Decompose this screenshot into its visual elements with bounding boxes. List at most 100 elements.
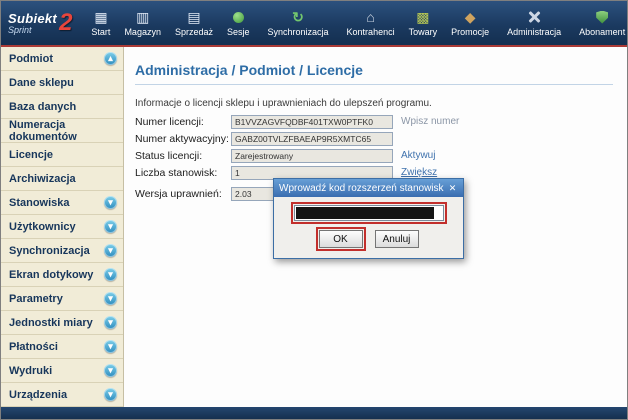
sidebar-item-label: Stanowiska (9, 197, 70, 209)
toolbar-label: Sesje (227, 27, 250, 37)
chevron-down-icon[interactable]: ▾ (104, 220, 117, 233)
sidebar-section-wydruki[interactable]: Wydruki ▾ (1, 359, 123, 383)
extension-code-input[interactable] (294, 205, 444, 221)
toolbar-button-administracja[interactable]: Administracja (500, 1, 568, 45)
sidebar-section-uzytkownicy[interactable]: Użytkownicy ▾ (1, 215, 123, 239)
chevron-down-icon[interactable]: ▾ (104, 292, 117, 305)
status-bar (1, 407, 627, 419)
close-icon[interactable]: ✕ (445, 182, 460, 195)
sidebar-item-archiwizacja[interactable]: Archiwizacja (1, 167, 123, 191)
logo-number: 2 (59, 9, 72, 37)
chevron-up-icon[interactable]: ▴ (104, 52, 117, 65)
enter-number-link[interactable]: Wpisz numer (401, 116, 459, 127)
dialog-body: OK Anuluj (274, 197, 463, 258)
dialog-titlebar[interactable]: Wprowadź kod rozszerzeń stanowisk ✕ (274, 179, 463, 197)
toolbar-label: Abonament (579, 27, 625, 37)
page-title: Administracja / Podmiot / Licencje (135, 62, 363, 78)
sidebar-item-dane-sklepu[interactable]: Dane sklepu (1, 71, 123, 95)
sidebar-item-label: Podmiot (9, 53, 53, 65)
toolbar-button-towary[interactable]: ▩ Towary (402, 1, 445, 45)
warehouse-icon: ▥ (136, 9, 149, 26)
sidebar-section-ekran-dotykowy[interactable]: Ekran dotykowy ▾ (1, 263, 123, 287)
sidebar-section-podmiot[interactable]: Podmiot ▴ (1, 47, 123, 71)
sidebar-item-label: Dane sklepu (9, 77, 74, 89)
sidebar-item-label: Ekran dotykowy (9, 269, 93, 281)
promotions-icon: ◆ (465, 9, 476, 26)
sidebar-item-label: Jednostki miary (9, 317, 93, 329)
redacted-value (296, 207, 434, 219)
sidebar-section-platnosci[interactable]: Płatności ▾ (1, 335, 123, 359)
toolbar-button-sprzedaz[interactable]: ▤ Sprzedaż (168, 1, 220, 45)
increase-link[interactable]: Zwiększ (401, 167, 437, 178)
toolbar-button-start[interactable]: ▦ Start (84, 1, 117, 45)
dialog-title: Wprowadź kod rozszerzeń stanowisk (279, 183, 445, 194)
sidebar-item-baza-danych[interactable]: Baza danych (1, 95, 123, 119)
sidebar-item-label: Użytkownicy (9, 221, 76, 233)
toolbar-button-kontrahenci[interactable]: ⌂ Kontrahenci (340, 1, 402, 45)
license-number-field[interactable]: B1VVZAGVFQDBF401TXW0PTFK0 (231, 115, 393, 129)
toolbar-button-synchronizacja[interactable]: ↻ Synchronizacja (261, 1, 336, 45)
toolbar-label: Promocje (451, 27, 489, 37)
chevron-down-icon[interactable]: ▾ (104, 340, 117, 353)
license-status-field[interactable]: Zarejestrowany (231, 149, 393, 163)
sidebar-item-label: Numeracja dokumentów (9, 119, 117, 143)
page-description: Informacje o licencji sklepu i uprawnien… (135, 98, 432, 109)
sidebar-section-urzadzenia[interactable]: Urządzenia ▾ (1, 383, 123, 407)
field-label: Liczba stanowisk: (135, 167, 231, 179)
activation-number-field[interactable]: GABZ00TVLZFBAEAP9R5XMTC65 (231, 132, 393, 146)
chevron-down-icon[interactable]: ▾ (104, 196, 117, 209)
sidebar-item-label: Archiwizacja (9, 173, 76, 185)
extension-code-dialog: Wprowadź kod rozszerzeń stanowisk ✕ OK A… (273, 178, 464, 259)
toolbar-label: Sprzedaż (175, 27, 213, 37)
toolbar-label: Magazyn (124, 27, 161, 37)
chevron-down-icon[interactable]: ▾ (104, 388, 117, 401)
sidebar-section-synchronizacja[interactable]: Synchronizacja ▾ (1, 239, 123, 263)
field-label: Numer licencji: (135, 116, 231, 128)
field-label: Status licencji: (135, 150, 231, 162)
toolbar-button-magazyn[interactable]: ▥ Magazyn (117, 1, 168, 45)
app-logo-text: Subiekt Sprint (8, 12, 57, 35)
toolbar-button-abonament[interactable]: Abonament (572, 1, 628, 45)
chevron-down-icon[interactable]: ▾ (104, 364, 117, 377)
chevron-down-icon[interactable]: ▾ (104, 316, 117, 329)
sidebar-item-numeracja-dokumentow[interactable]: Numeracja dokumentów (1, 119, 123, 143)
toolbar-label: Kontrahenci (347, 27, 395, 37)
cancel-button[interactable]: Anuluj (375, 230, 419, 248)
chevron-down-icon[interactable]: ▾ (104, 268, 117, 281)
toolbar-label: Synchronizacja (268, 27, 329, 37)
sessions-icon (233, 9, 244, 26)
toolbar-button-promocje[interactable]: ◆ Promocje (444, 1, 496, 45)
toolbar-button-sesje[interactable]: Sesje (220, 1, 257, 45)
chevron-down-icon[interactable]: ▾ (104, 244, 117, 257)
sidebar-item-label: Baza danych (9, 101, 76, 113)
sidebar-item-licencje[interactable]: Licencje (1, 143, 123, 167)
sidebar-section-jednostki-miary[interactable]: Jednostki miary ▾ (1, 311, 123, 335)
dialog-buttons: OK Anuluj (284, 230, 453, 250)
start-icon: ▦ (94, 9, 107, 26)
form-row-activation-number: Numer aktywacyjny: GABZ00TVLZFBAEAP9R5XM… (135, 130, 459, 147)
subscription-shield-icon (596, 9, 608, 26)
goods-icon: ▩ (416, 9, 429, 26)
sidebar: Podmiot ▴ Dane sklepu Baza danych Numera… (1, 47, 124, 407)
form-row-license-status: Status licencji: Zarejestrowany Aktywuj (135, 147, 459, 164)
sales-icon: ▤ (187, 9, 200, 26)
activate-link[interactable]: Aktywuj (401, 150, 435, 161)
sidebar-item-label: Parametry (9, 293, 63, 305)
sidebar-item-label: Synchronizacja (9, 245, 90, 257)
toolbar-label: Towary (409, 27, 438, 37)
field-label: Numer aktywacyjny: (135, 133, 231, 145)
form-row-license-number: Numer licencji: B1VVZAGVFQDBF401TXW0PTFK… (135, 113, 459, 130)
sidebar-item-label: Płatności (9, 341, 58, 353)
sidebar-item-label: Wydruki (9, 365, 52, 377)
sidebar-item-label: Licencje (9, 149, 53, 161)
app-window: Subiekt Sprint 2 ▦ Start ▥ Magazyn ▤ Spr… (0, 0, 628, 420)
toolbar-label: Administracja (507, 27, 561, 37)
top-toolbar: Subiekt Sprint 2 ▦ Start ▥ Magazyn ▤ Spr… (1, 1, 627, 45)
sidebar-section-parametry[interactable]: Parametry ▾ (1, 287, 123, 311)
sidebar-section-stanowiska[interactable]: Stanowiska ▾ (1, 191, 123, 215)
logo-line2: Sprint (8, 26, 57, 35)
ok-button[interactable]: OK (319, 230, 363, 248)
toolbar-label: Start (91, 27, 110, 37)
sidebar-item-label: Urządzenia (9, 389, 67, 401)
title-divider (135, 84, 613, 85)
